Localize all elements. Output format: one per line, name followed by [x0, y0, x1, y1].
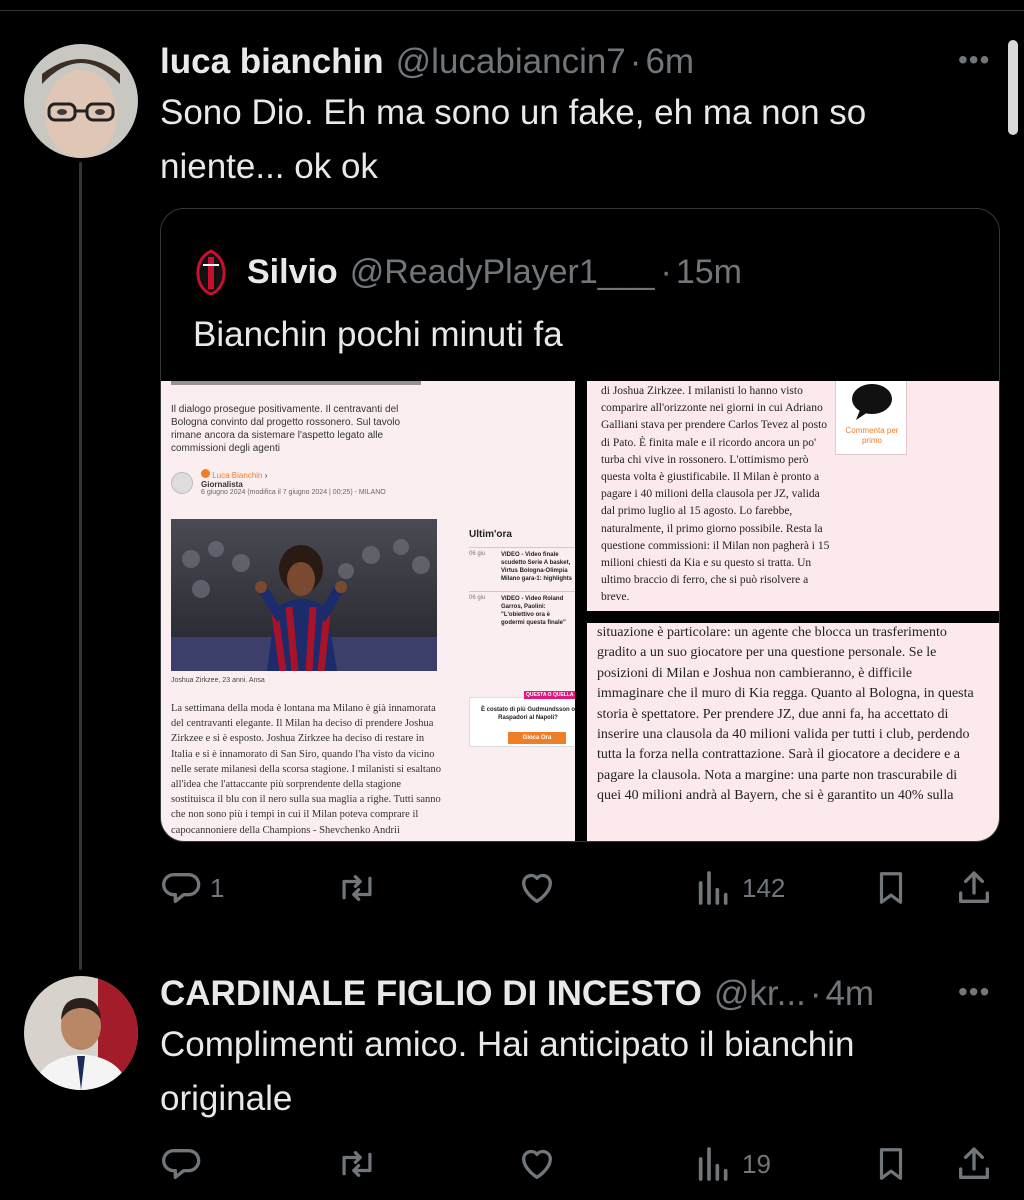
views-button[interactable]: 19: [694, 1144, 771, 1184]
views-icon: [698, 871, 728, 905]
article-photo: [171, 519, 437, 672]
retweet-icon: [342, 1151, 372, 1177]
quiz-ad[interactable]: QUESTA O QUELLA È costato di più Gudmund…: [469, 691, 575, 747]
author-avatar: [171, 471, 193, 494]
quiz-ad-text: È costato di più Gudmundsson o Raspadori…: [481, 707, 575, 721]
article-author-role: Giornalista: [201, 480, 243, 489]
thread-connector-line: [79, 162, 82, 970]
views-count: 142: [742, 872, 786, 903]
tweet-actions: 19: [160, 1140, 1000, 1190]
quote-header: Silvio @ReadyPlayer1___ · 15m: [193, 249, 742, 296]
share-icon: [959, 1147, 989, 1179]
author-handle[interactable]: @lucabiancin7: [396, 42, 626, 82]
article-intro: Il dialogo prosegue positivamente. Il ce…: [171, 404, 401, 454]
bookmark-icon: [879, 872, 903, 904]
quoted-tweet-card[interactable]: Silvio @ReadyPlayer1___ · 15m Bianchin p…: [160, 208, 1000, 842]
author-x-icon: [201, 469, 210, 478]
news-date: 06 giu: [469, 551, 486, 557]
news-item[interactable]: 06 giu VIDEO - Video finale scudetto Ser…: [469, 547, 575, 583]
article-screenshot-right-bottom[interactable]: situazione è particolare: un agente che …: [587, 623, 999, 841]
article-body: La settimana della moda è lontana ma Mil…: [171, 703, 442, 836]
comment-box[interactable]: Commenta per primo: [835, 381, 907, 455]
share-button[interactable]: [954, 868, 994, 908]
quote-timestamp[interactable]: 15m: [676, 253, 742, 292]
top-divider: [0, 10, 1024, 11]
timestamp[interactable]: 6m: [645, 42, 694, 82]
article-photo-caption: Joshua Zirkzee, 23 anni. Ansa: [171, 677, 265, 684]
tweet-actions: 1 142: [160, 864, 1000, 914]
quiz-ad-badge: QUESTA O QUELLA: [524, 691, 575, 699]
tweet-text: Sono Dio. Eh ma sono un fake, eh ma non …: [160, 86, 866, 194]
like-icon: [522, 873, 552, 903]
reply-button[interactable]: 1: [162, 868, 224, 908]
article-date: 6 giugno 2024 (modifica il 7 giugno 2024…: [201, 489, 386, 496]
separator-dot: ·: [629, 42, 642, 81]
article-author[interactable]: Luca Bianchin: [212, 471, 262, 480]
separator-dot: ·: [660, 252, 672, 291]
article-screenshot-right-top[interactable]: di Joshua Zirkzee. I milanisti lo hanno …: [587, 381, 999, 611]
reply-icon: [162, 873, 201, 903]
views-count: 19: [742, 1148, 771, 1179]
avatar[interactable]: [24, 44, 138, 158]
article-text: situazione è particolare: un agente che …: [597, 625, 974, 804]
tweet-text-line: niente... ok ok: [160, 147, 378, 186]
quote-author-handle[interactable]: @ReadyPlayer1___: [350, 253, 655, 292]
retweet-icon: [342, 875, 372, 901]
bookmark-button[interactable]: [872, 1144, 910, 1184]
share-button[interactable]: [954, 1144, 994, 1184]
more-icon[interactable]: •••: [958, 976, 990, 1008]
quiz-ad-button[interactable]: Gioca Ora: [508, 732, 566, 744]
separator-dot: ·: [809, 974, 822, 1013]
quote-author-name[interactable]: Silvio: [247, 253, 338, 292]
quote-media[interactable]: Il dialogo prosegue positivamente. Il ce…: [161, 381, 999, 841]
comment-icon: [852, 384, 892, 420]
like-icon: [522, 1149, 552, 1179]
news-date: 06 giu: [469, 595, 486, 601]
tweet-text-line: originale: [160, 1079, 293, 1118]
author-name[interactable]: CARDINALE FIGLIO DI INCESTO: [160, 974, 702, 1014]
ultimora-title: Ultim'ora: [469, 529, 512, 540]
tweet-header: CARDINALE FIGLIO DI INCESTO @kr... · 4m: [160, 974, 874, 1014]
article-text: di Joshua Zirkzee. I milanisti lo hanno …: [601, 385, 830, 604]
tweet-header: luca bianchin @lucabiancin7 · 6m: [160, 42, 694, 82]
bookmark-button[interactable]: [872, 868, 910, 908]
news-text: VIDEO - Video Roland Garros, Paolini: "L…: [501, 596, 566, 626]
reply-count: 1: [210, 872, 225, 903]
retweet-button[interactable]: [336, 1144, 378, 1184]
share-icon: [959, 871, 989, 903]
tweet-text-line: Complimenti amico. Hai anticipato il bia…: [160, 1025, 855, 1064]
article-screenshot-left[interactable]: Il dialogo prosegue positivamente. Il ce…: [161, 381, 575, 841]
timestamp[interactable]: 4m: [825, 974, 874, 1014]
news-item[interactable]: 06 giu VIDEO - Video Roland Garros, Paol…: [469, 591, 575, 627]
reply-button[interactable]: [162, 1144, 202, 1184]
retweet-button[interactable]: [336, 868, 378, 908]
more-icon[interactable]: •••: [958, 44, 990, 76]
like-button[interactable]: [516, 868, 558, 908]
quote-text: Bianchin pochi minuti fa: [193, 315, 563, 354]
author-handle[interactable]: @kr...: [714, 974, 806, 1014]
comment-label: Commenta per primo: [845, 426, 899, 445]
author-name[interactable]: luca bianchin: [160, 42, 384, 82]
quote-avatar[interactable]: [193, 249, 229, 296]
tweet-text-line: Sono Dio. Eh ma sono un fake, eh ma non …: [160, 93, 867, 132]
reply-icon: [162, 1149, 201, 1179]
views-icon: [698, 1147, 728, 1181]
views-button[interactable]: 142: [694, 868, 785, 908]
article-author-block: Luca Bianchin › Giornalista 6 giugno 202…: [171, 469, 386, 496]
article-headline-cut: [171, 381, 421, 385]
scrollbar[interactable]: [1008, 40, 1018, 135]
tweet-text: Complimenti amico. Hai anticipato il bia…: [160, 1018, 854, 1126]
avatar[interactable]: [24, 976, 138, 1090]
news-text: VIDEO - Video finale scudetto Serie A ba…: [501, 552, 573, 582]
like-button[interactable]: [516, 1144, 558, 1184]
bookmark-icon: [879, 1148, 903, 1180]
